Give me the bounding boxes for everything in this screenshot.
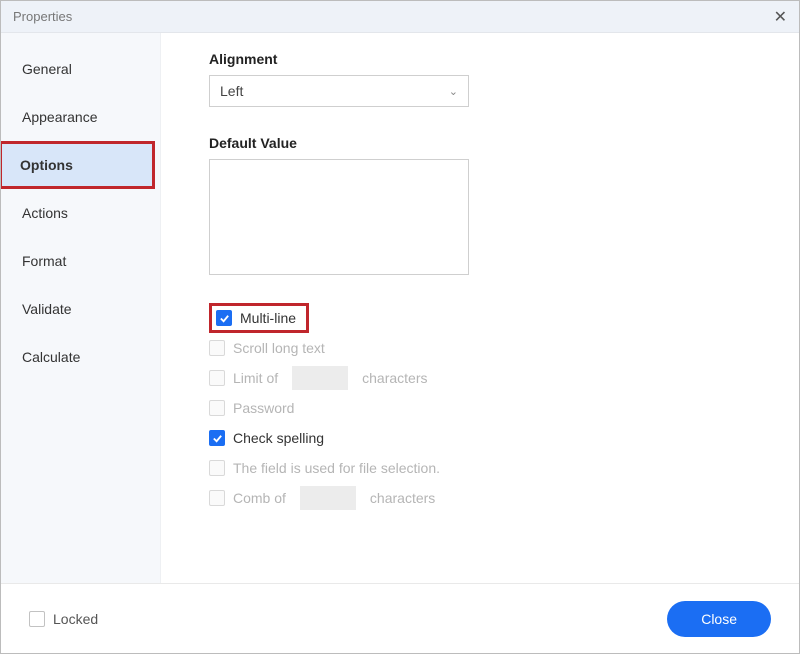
scroll-long-text-row: Scroll long text	[209, 333, 759, 363]
sidebar-item-actions[interactable]: Actions	[1, 189, 160, 237]
window-title: Properties	[13, 9, 72, 24]
password-label: Password	[233, 400, 294, 416]
alignment-select[interactable]: Left ⌄	[209, 75, 469, 107]
file-selection-row: The field is used for file selection.	[209, 453, 759, 483]
limit-of-prefix: Limit of	[233, 370, 278, 386]
comb-of-prefix: Comb of	[233, 490, 286, 506]
sidebar-item-validate[interactable]: Validate	[1, 285, 160, 333]
password-checkbox[interactable]	[209, 400, 225, 416]
file-selection-label: The field is used for file selection.	[233, 460, 440, 476]
comb-of-checkbox[interactable]	[209, 490, 225, 506]
close-icon[interactable]: ✕	[774, 7, 787, 27]
default-value-input[interactable]	[209, 159, 469, 275]
content-panel: Alignment Left ⌄ Default Value Multi-lin…	[161, 33, 799, 583]
multi-line-row: Multi-line	[209, 303, 759, 333]
locked-label: Locked	[53, 611, 98, 627]
check-spelling-label: Check spelling	[233, 430, 324, 446]
multi-line-highlight: Multi-line	[209, 303, 309, 333]
sidebar-item-format[interactable]: Format	[1, 237, 160, 285]
check-spelling-checkbox[interactable]	[209, 430, 225, 446]
comb-characters-suffix: characters	[370, 490, 435, 506]
sidebar: General Appearance Options Actions Forma…	[1, 33, 161, 583]
scroll-long-text-checkbox[interactable]	[209, 340, 225, 356]
multi-line-label: Multi-line	[240, 310, 296, 326]
scroll-long-text-label: Scroll long text	[233, 340, 325, 356]
sidebar-item-appearance[interactable]: Appearance	[1, 93, 160, 141]
file-selection-checkbox[interactable]	[209, 460, 225, 476]
limit-characters-suffix: characters	[362, 370, 427, 386]
sidebar-item-calculate[interactable]: Calculate	[1, 333, 160, 381]
default-value-label: Default Value	[209, 135, 759, 151]
footer-left: Locked	[29, 611, 98, 627]
password-row: Password	[209, 393, 759, 423]
check-spelling-row: Check spelling	[209, 423, 759, 453]
comb-of-input[interactable]	[300, 486, 356, 510]
limit-of-input[interactable]	[292, 366, 348, 390]
chevron-down-icon: ⌄	[449, 85, 458, 98]
close-button[interactable]: Close	[667, 601, 771, 637]
footer: Locked Close	[1, 583, 799, 653]
limit-of-checkbox[interactable]	[209, 370, 225, 386]
sidebar-item-general[interactable]: General	[1, 45, 160, 93]
comb-of-row: Comb of characters	[209, 483, 759, 513]
titlebar: Properties ✕	[1, 1, 799, 33]
sidebar-item-options[interactable]: Options	[1, 141, 155, 189]
properties-dialog: Properties ✕ General Appearance Options …	[0, 0, 800, 654]
alignment-label: Alignment	[209, 51, 759, 67]
alignment-value: Left	[220, 83, 243, 99]
multi-line-checkbox[interactable]	[216, 310, 232, 326]
locked-checkbox[interactable]	[29, 611, 45, 627]
dialog-body: General Appearance Options Actions Forma…	[1, 33, 799, 583]
limit-of-row: Limit of characters	[209, 363, 759, 393]
